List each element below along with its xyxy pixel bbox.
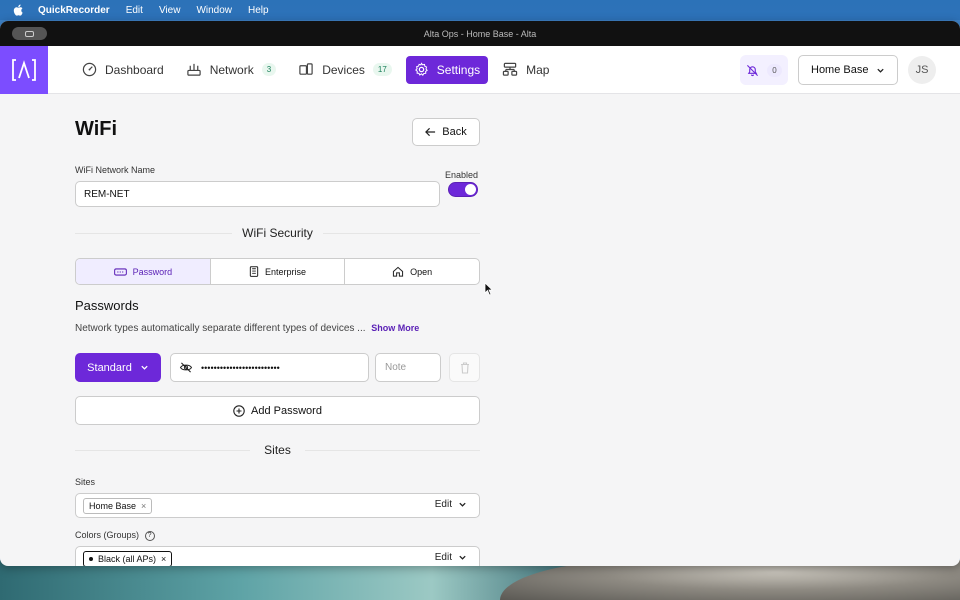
color-chip: Black (all APs) × xyxy=(83,550,173,566)
menu-view[interactable]: View xyxy=(159,5,181,16)
colors-edit-button[interactable]: Edit xyxy=(435,552,467,563)
password-value: ••••••••••••••••••••••••• xyxy=(201,362,280,373)
colors-label-text: Colors (Groups) xyxy=(75,530,140,540)
menu-help[interactable]: Help xyxy=(248,5,269,16)
nav-map[interactable]: Map xyxy=(494,56,557,84)
arrow-left-icon xyxy=(425,127,436,137)
color-chip-label: Black (all APs) xyxy=(98,553,157,564)
show-more-link[interactable]: Show More xyxy=(371,323,419,333)
mouse-cursor-icon xyxy=(484,282,493,296)
header-right: 0 Home Base JS xyxy=(740,55,936,85)
password-icon xyxy=(113,267,127,276)
security-option-password[interactable]: Password xyxy=(76,259,211,284)
sites-edit-label: Edit xyxy=(434,499,452,510)
sites-label: Sites xyxy=(75,477,96,487)
plus-circle-icon xyxy=(233,404,245,417)
home-icon xyxy=(393,266,404,277)
help-icon[interactable]: ? xyxy=(144,530,155,541)
sites-select[interactable]: Home Base × Edit xyxy=(75,493,480,518)
bell-off-icon xyxy=(747,64,759,76)
mac-menubar: QuickRecorder Edit View Window Help xyxy=(0,0,960,20)
alta-logo[interactable] xyxy=(0,45,48,94)
add-password-button[interactable]: Add Password xyxy=(75,396,480,425)
wifi-name-input[interactable]: REM-NET xyxy=(75,181,440,207)
menu-edit[interactable]: Edit xyxy=(126,5,143,16)
delete-password-button[interactable] xyxy=(449,353,480,382)
nav-network[interactable]: Network 3 xyxy=(178,56,284,84)
nav-dashboard[interactable]: Dashboard xyxy=(74,56,172,84)
security-option-enterprise-label: Enterprise xyxy=(264,266,307,277)
back-button-label: Back xyxy=(442,126,467,138)
wifi-settings-form: WiFi Back WiFi Network Name REM-NET Enab… xyxy=(75,118,480,566)
window-control-button[interactable] xyxy=(12,27,47,40)
chevron-down-icon xyxy=(877,68,884,73)
wifi-security-title: WiFi Security xyxy=(232,226,323,240)
chevron-down-icon xyxy=(459,555,466,560)
security-type-selector: Password Enterprise Open xyxy=(75,258,480,285)
notifications-button[interactable]: 0 xyxy=(740,55,788,85)
add-password-label: Add Password xyxy=(251,404,322,417)
security-option-open[interactable]: Open xyxy=(345,259,479,284)
password-input[interactable]: ••••••••••••••••••••••••• xyxy=(170,353,369,382)
app-header: Dashboard Network 3 Devices 17 Settings … xyxy=(0,45,960,94)
password-type-button[interactable]: Standard xyxy=(75,353,161,382)
nav-network-count: 3 xyxy=(261,63,277,76)
page-title: WiFi xyxy=(75,118,118,140)
remove-chip-icon[interactable]: × xyxy=(161,554,166,564)
window-titlebar: Alta Ops - Home Base - Alta xyxy=(0,21,960,46)
nav-settings-label: Settings xyxy=(436,62,481,77)
user-avatar[interactable]: JS xyxy=(908,56,936,84)
apple-icon[interactable] xyxy=(12,4,24,16)
wifi-name-label: WiFi Network Name xyxy=(75,165,156,175)
security-option-enterprise[interactable]: Enterprise xyxy=(211,259,346,284)
site-chip-label: Home Base xyxy=(89,500,137,511)
colors-label: Colors (Groups) ? xyxy=(75,530,155,541)
eye-off-icon[interactable] xyxy=(179,362,193,373)
gear-icon xyxy=(414,62,428,76)
sites-edit-button[interactable]: Edit xyxy=(435,499,467,510)
sitemap-icon xyxy=(502,62,518,76)
password-type-label: Standard xyxy=(87,361,132,374)
trash-icon xyxy=(460,361,469,374)
sites-divider: Sites xyxy=(75,443,480,457)
security-option-open-label: Open xyxy=(410,266,433,277)
nav-devices-count: 17 xyxy=(372,63,392,76)
colors-edit-label: Edit xyxy=(434,552,452,563)
colors-select[interactable]: Black (all APs) × Edit xyxy=(75,546,480,566)
passwords-description-text: Network types automatically separate dif… xyxy=(75,323,366,334)
security-option-password-label: Password xyxy=(132,266,173,277)
chevron-down-icon xyxy=(459,502,466,507)
devices-icon xyxy=(299,63,313,75)
nav-settings[interactable]: Settings xyxy=(405,55,489,84)
nav-devices-label: Devices xyxy=(322,62,365,77)
passwords-heading: Passwords xyxy=(75,298,139,313)
menu-app-name[interactable]: QuickRecorder xyxy=(38,5,110,16)
nav-devices[interactable]: Devices 17 xyxy=(290,56,400,84)
nav-dashboard-label: Dashboard xyxy=(105,62,164,77)
site-selector[interactable]: Home Base xyxy=(798,55,898,85)
note-input[interactable]: Note xyxy=(375,353,441,382)
enabled-toggle[interactable] xyxy=(448,182,478,197)
back-button[interactable]: Back xyxy=(412,118,480,146)
enabled-label: Enabled xyxy=(445,170,479,180)
window-title: Alta Ops - Home Base - Alta xyxy=(423,28,537,39)
chevron-down-icon xyxy=(141,365,148,370)
remove-chip-icon[interactable]: × xyxy=(141,501,146,511)
color-dot-icon xyxy=(89,556,93,561)
notifications-count: 0 xyxy=(767,63,782,77)
passwords-description: Network types automatically separate dif… xyxy=(75,323,419,334)
site-chip: Home Base × xyxy=(83,497,153,514)
main-nav: Dashboard Network 3 Devices 17 Settings … xyxy=(74,55,563,84)
site-selector-label: Home Base xyxy=(811,64,869,76)
router-icon xyxy=(187,63,201,76)
gauge-icon xyxy=(82,62,97,77)
desktop-rock xyxy=(500,560,960,600)
sites-section-title: Sites xyxy=(254,443,301,457)
wifi-security-divider: WiFi Security xyxy=(75,226,480,240)
menu-window[interactable]: Window xyxy=(196,5,232,16)
nav-network-label: Network xyxy=(209,62,254,77)
building-icon xyxy=(249,266,259,277)
nav-map-label: Map xyxy=(526,62,550,77)
